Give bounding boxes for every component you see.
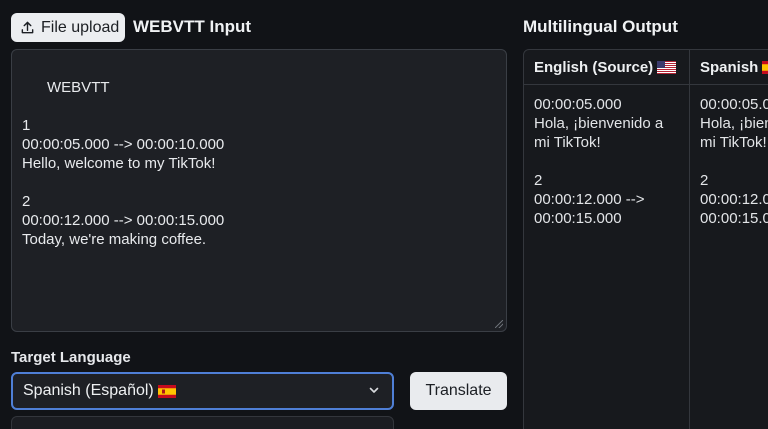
us-flag-icon (657, 60, 677, 74)
output-title: Multilingual Output (523, 17, 678, 36)
file-upload-button[interactable]: File upload (11, 13, 125, 42)
column-body-spanish: 00:00:05.0 Hola, ¡bien mi TikTok! 2 00:0… (700, 96, 768, 227)
column-header-english: English (Source) (524, 50, 689, 85)
file-upload-label: File upload (41, 18, 120, 36)
upload-icon (21, 21, 34, 34)
secondary-field (11, 416, 394, 429)
output-column-english: English (Source) 00:00:05.000 Hola, ¡bie… (524, 50, 690, 429)
translate-button[interactable]: Translate (410, 372, 507, 410)
output-column-spanish: Spanish 00:00:05.0 Hola, ¡bien mi TikTok… (690, 50, 768, 429)
vtt-input-textarea[interactable]: WEBVTT 1 00:00:05.000 --> 00:00:10.000 H… (11, 49, 507, 332)
es-flag-icon (762, 60, 768, 74)
target-language-value: Spanish (Español) (23, 382, 154, 399)
input-title: WEBVTT Input (133, 17, 252, 36)
es-flag-icon (157, 384, 176, 398)
target-language-label: Target Language (11, 349, 131, 366)
vtt-input-text: WEBVTT 1 00:00:05.000 --> 00:00:10.000 H… (22, 79, 225, 248)
column-header-label: English (Source) (534, 58, 654, 76)
resize-handle[interactable] (495, 320, 503, 328)
column-header-label: Spanish (700, 58, 759, 76)
app-root: File upload WEBVTT Input WEBVTT 1 00:00:… (0, 0, 768, 429)
column-header-spanish: Spanish (690, 50, 768, 85)
output-table: English (Source) 00:00:05.000 Hola, ¡bie… (523, 49, 768, 429)
column-body-english: 00:00:05.000 Hola, ¡bienvenido a mi TikT… (534, 96, 664, 227)
chevron-down-icon (369, 387, 379, 393)
target-language-select[interactable]: Spanish (Español) (11, 372, 394, 410)
input-panel: File upload WEBVTT Input WEBVTT 1 00:00:… (0, 0, 515, 429)
